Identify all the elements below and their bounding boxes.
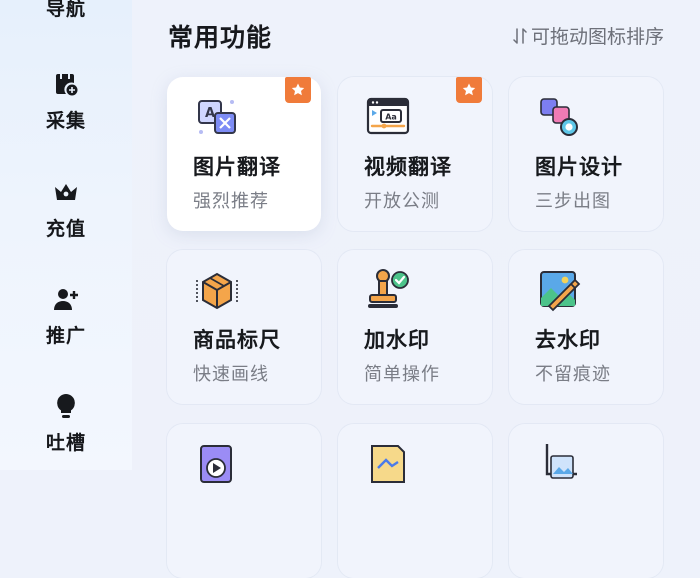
sort-hint: 可拖动图标排序 <box>513 22 664 49</box>
feature-subtitle: 强烈推荐 <box>193 191 269 212</box>
feature-card-row3-3[interactable] <box>509 424 663 578</box>
feature-card-row3-2[interactable] <box>338 424 492 578</box>
sidebar-item-collect[interactable]: 采集 <box>0 70 132 133</box>
star-icon <box>291 83 305 96</box>
product-ruler-icon <box>196 272 238 310</box>
sidebar-item-label: 导航 <box>45 0 86 20</box>
feature-subtitle: 简单操作 <box>364 364 440 385</box>
sidebar-item-feedback[interactable]: 吐槽 <box>0 392 132 455</box>
video-translate-icon: Aa <box>366 97 410 135</box>
image-design-icon <box>540 98 578 136</box>
lightbulb-icon <box>57 394 75 418</box>
sidebar-item-promote[interactable]: 推广 <box>0 285 132 348</box>
section-title: 常用功能 <box>168 23 273 52</box>
main-panel: 常用功能 可拖动图标排序 A 图片翻译 强烈推荐 Aa 视频翻译 开放公测 图片… <box>132 0 700 578</box>
sidebar-item-label: 采集 <box>45 110 86 132</box>
sidebar-item-navigation[interactable]: 导航 <box>0 0 132 21</box>
feature-name: 商品标尺 <box>193 328 281 352</box>
image-cutout-icon <box>371 445 405 483</box>
sidebar-item-label: 充值 <box>45 218 86 240</box>
feature-name: 视频翻译 <box>364 155 452 179</box>
feature-card-row3-1[interactable] <box>167 424 321 578</box>
svg-text:Aa: Aa <box>385 113 397 122</box>
feature-card-add-watermark[interactable]: 加水印 简单操作 <box>338 250 492 404</box>
feature-subtitle: 三步出图 <box>535 191 611 212</box>
collect-bag-icon <box>56 74 78 96</box>
svg-text:A: A <box>205 106 215 121</box>
crown-icon <box>55 184 77 200</box>
star-icon <box>462 83 476 96</box>
sidebar-nav: 导航 采集 充值 推广 吐槽 <box>0 0 132 470</box>
stamp-watermark-icon <box>368 269 409 308</box>
feature-card-video-translate[interactable]: Aa 视频翻译 开放公测 <box>338 77 492 231</box>
feature-name: 去水印 <box>535 328 601 352</box>
feature-subtitle: 开放公测 <box>364 191 440 212</box>
feature-card-image-translate[interactable]: A 图片翻译 强烈推荐 <box>167 77 321 231</box>
image-crop-icon <box>545 444 577 479</box>
feature-card-remove-watermark[interactable]: 去水印 不留痕迹 <box>509 250 663 404</box>
star-badge <box>285 77 311 103</box>
star-badge <box>456 77 482 103</box>
sidebar-item-label: 吐槽 <box>45 432 86 454</box>
feature-subtitle: 快速画线 <box>193 364 269 385</box>
sort-arrows-icon <box>513 27 527 44</box>
feature-subtitle: 不留痕迹 <box>535 364 611 385</box>
feature-name: 图片设计 <box>535 155 623 179</box>
feature-name: 图片翻译 <box>193 155 281 179</box>
sort-hint-text: 可拖动图标排序 <box>530 26 664 48</box>
add-user-icon <box>54 289 78 310</box>
feature-card-image-design[interactable]: 图片设计 三步出图 <box>509 77 663 231</box>
video-play-icon <box>200 445 232 483</box>
remove-watermark-icon <box>540 271 581 312</box>
feature-name: 加水印 <box>364 328 430 352</box>
image-translate-icon: A <box>198 100 236 134</box>
feature-card-product-ruler[interactable]: 商品标尺 快速画线 <box>167 250 321 404</box>
sidebar-item-recharge[interactable]: 充值 <box>0 178 132 241</box>
sidebar-item-label: 推广 <box>45 325 86 347</box>
